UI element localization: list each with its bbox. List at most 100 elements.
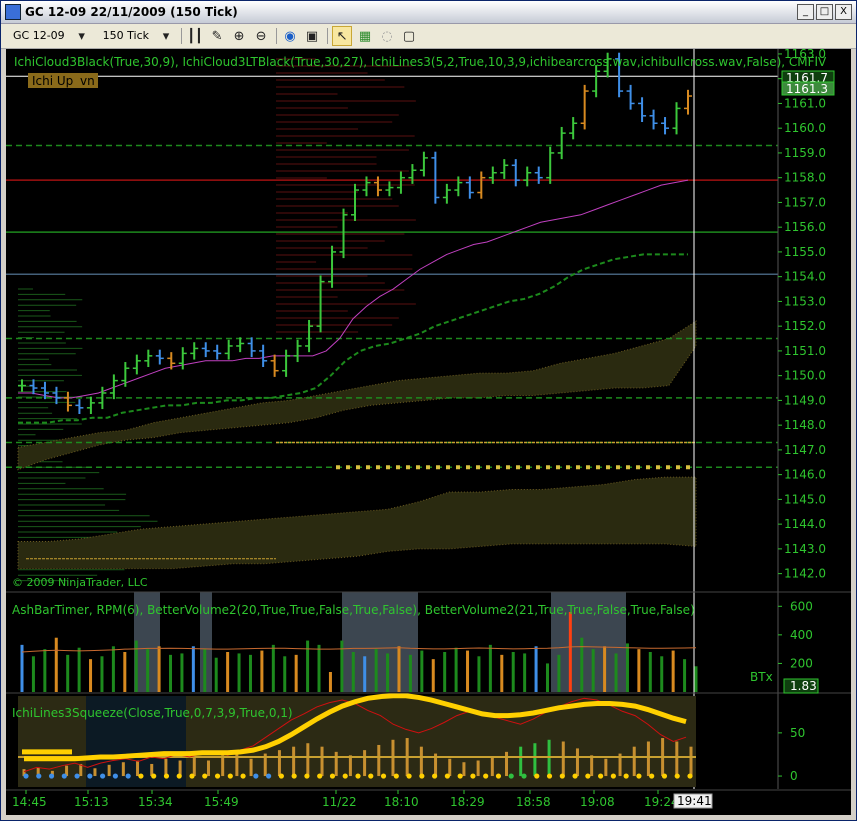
price-tick-label: 1147.0 <box>784 443 826 457</box>
volume-bar <box>237 653 241 692</box>
squeeze-dot <box>112 773 118 779</box>
squeeze-histogram-bar <box>575 748 579 777</box>
squeeze-dot <box>661 773 668 779</box>
volume-bar <box>488 644 492 692</box>
price-tick-label: 1157.0 <box>784 195 826 209</box>
interval-selector[interactable]: 150 Tick <box>99 27 153 45</box>
squeeze-dot <box>61 773 67 779</box>
volume-bar <box>568 612 572 692</box>
squeeze-tick-label: 0 <box>790 769 798 783</box>
toolbar-divider <box>276 28 278 44</box>
volume-bar <box>191 646 195 692</box>
squeeze-dot <box>151 773 157 779</box>
ninja-icon[interactable]: ◌ <box>378 27 396 45</box>
squeeze-dot <box>125 773 131 779</box>
pencil-icon[interactable]: ✎ <box>208 27 226 45</box>
close-button[interactable]: X <box>835 4 852 20</box>
zoom-out-icon[interactable]: ⊖ <box>252 27 270 45</box>
time-tick-label: 19:24 <box>644 795 679 809</box>
squeeze-dot <box>406 773 412 779</box>
volume-bar <box>591 649 595 692</box>
squeeze-dot <box>317 773 323 779</box>
price-tick-label: 1156.0 <box>784 220 826 234</box>
chevron-down-icon[interactable]: ▾ <box>157 27 175 45</box>
bar-type-icon[interactable]: ┃┃ <box>186 27 204 45</box>
squeeze-histogram-bar <box>675 741 679 777</box>
squeeze-dot <box>304 773 310 779</box>
volume-bar <box>671 650 675 692</box>
squeeze-histogram-bar <box>533 743 537 777</box>
window-title: GC 12-09 22/11/2009 (150 Tick) <box>25 5 238 19</box>
price-tick-label: 1150.0 <box>784 369 826 383</box>
volume-bar <box>340 640 344 692</box>
volume-bar <box>214 657 218 692</box>
squeeze-histogram-bar <box>277 750 281 777</box>
squeeze-dot <box>240 773 246 779</box>
volume-bar <box>226 652 230 692</box>
volume-bar <box>317 644 321 692</box>
squeeze-dot <box>278 773 284 779</box>
squeeze-histogram-bar <box>419 746 423 777</box>
squeeze-dot <box>138 773 144 779</box>
price-tick-label: 1142.0 <box>784 567 826 581</box>
copy-icon[interactable]: ▢ <box>400 27 418 45</box>
squeeze-histogram-bar <box>363 750 367 777</box>
volume-bar <box>603 646 607 692</box>
squeeze-histogram-bar <box>505 751 509 777</box>
volume-bar <box>397 646 401 692</box>
minimize-button[interactable]: _ <box>797 4 814 20</box>
data-box-icon[interactable]: ▦ <box>356 27 374 45</box>
instrument-selector[interactable]: GC 12-09 <box>9 27 69 45</box>
squeeze-histogram-bar <box>377 744 381 777</box>
volume-bar <box>694 666 698 692</box>
squeeze-dot <box>100 773 106 779</box>
properties-icon[interactable]: ▣ <box>303 27 321 45</box>
volume-bar <box>306 640 310 692</box>
volume-bar <box>248 654 252 692</box>
squeeze-histogram-bar <box>519 746 523 777</box>
volume-bar <box>500 654 504 692</box>
chart-window: GC 12-09 22/11/2009 (150 Tick) _ □ X GC … <box>0 0 857 821</box>
chevron-down-icon[interactable]: ▾ <box>73 27 91 45</box>
zoom-in-icon[interactable]: ⊕ <box>230 27 248 45</box>
volume-bar <box>648 652 652 692</box>
volume-bar <box>43 649 47 692</box>
price-tick-label: 1153.0 <box>784 294 826 308</box>
globe-icon[interactable]: ◉ <box>281 27 299 45</box>
squeeze-histogram-bar <box>107 764 111 777</box>
squeeze-dot <box>23 773 29 779</box>
squeeze-histogram-bar <box>93 768 97 777</box>
squeeze-dot <box>189 773 195 779</box>
squeeze-histogram-bar <box>292 746 296 777</box>
toolbar-divider <box>181 28 183 44</box>
volume-bar <box>511 652 515 692</box>
last-price-label: 1161.3 <box>786 82 828 96</box>
status-badge: Ichi Up <box>32 74 73 88</box>
chart-area[interactable]: 1163.01162.01161.01160.01159.01158.01157… <box>6 47 851 815</box>
volume-bar <box>637 649 641 692</box>
status-badge-suffix: vn <box>80 74 95 88</box>
volume-bar <box>408 654 412 692</box>
chart-canvas[interactable]: 1163.01162.01161.01160.01159.01158.01157… <box>6 47 851 815</box>
volume-bar <box>420 650 424 692</box>
title-bar[interactable]: GC 12-09 22/11/2009 (150 Tick) _ □ X <box>1 1 856 24</box>
volume-bar <box>660 656 664 692</box>
squeeze-dot <box>546 773 553 779</box>
price-indicator-label: IchiCloud3Black(True,30,9), IchiCloud3LT… <box>14 55 827 69</box>
price-tick-label: 1149.0 <box>784 393 826 407</box>
squeeze-dot <box>163 773 170 779</box>
price-tick-label: 1158.0 <box>784 171 826 185</box>
squeeze-histogram-bar <box>476 760 480 777</box>
squeeze-dot <box>202 773 208 779</box>
cursor-icon[interactable]: ↖ <box>332 26 353 46</box>
squeeze-histogram-bar <box>689 746 693 777</box>
squeeze-dot <box>393 773 399 779</box>
volume-bar <box>203 649 207 692</box>
squeeze-dot <box>380 773 387 779</box>
volume-bar <box>580 637 584 692</box>
volume-bar <box>534 646 538 692</box>
maximize-button[interactable]: □ <box>816 4 833 20</box>
volume-bar <box>283 656 287 692</box>
squeeze-dot <box>432 773 438 779</box>
price-tick-label: 1160.0 <box>784 121 826 135</box>
